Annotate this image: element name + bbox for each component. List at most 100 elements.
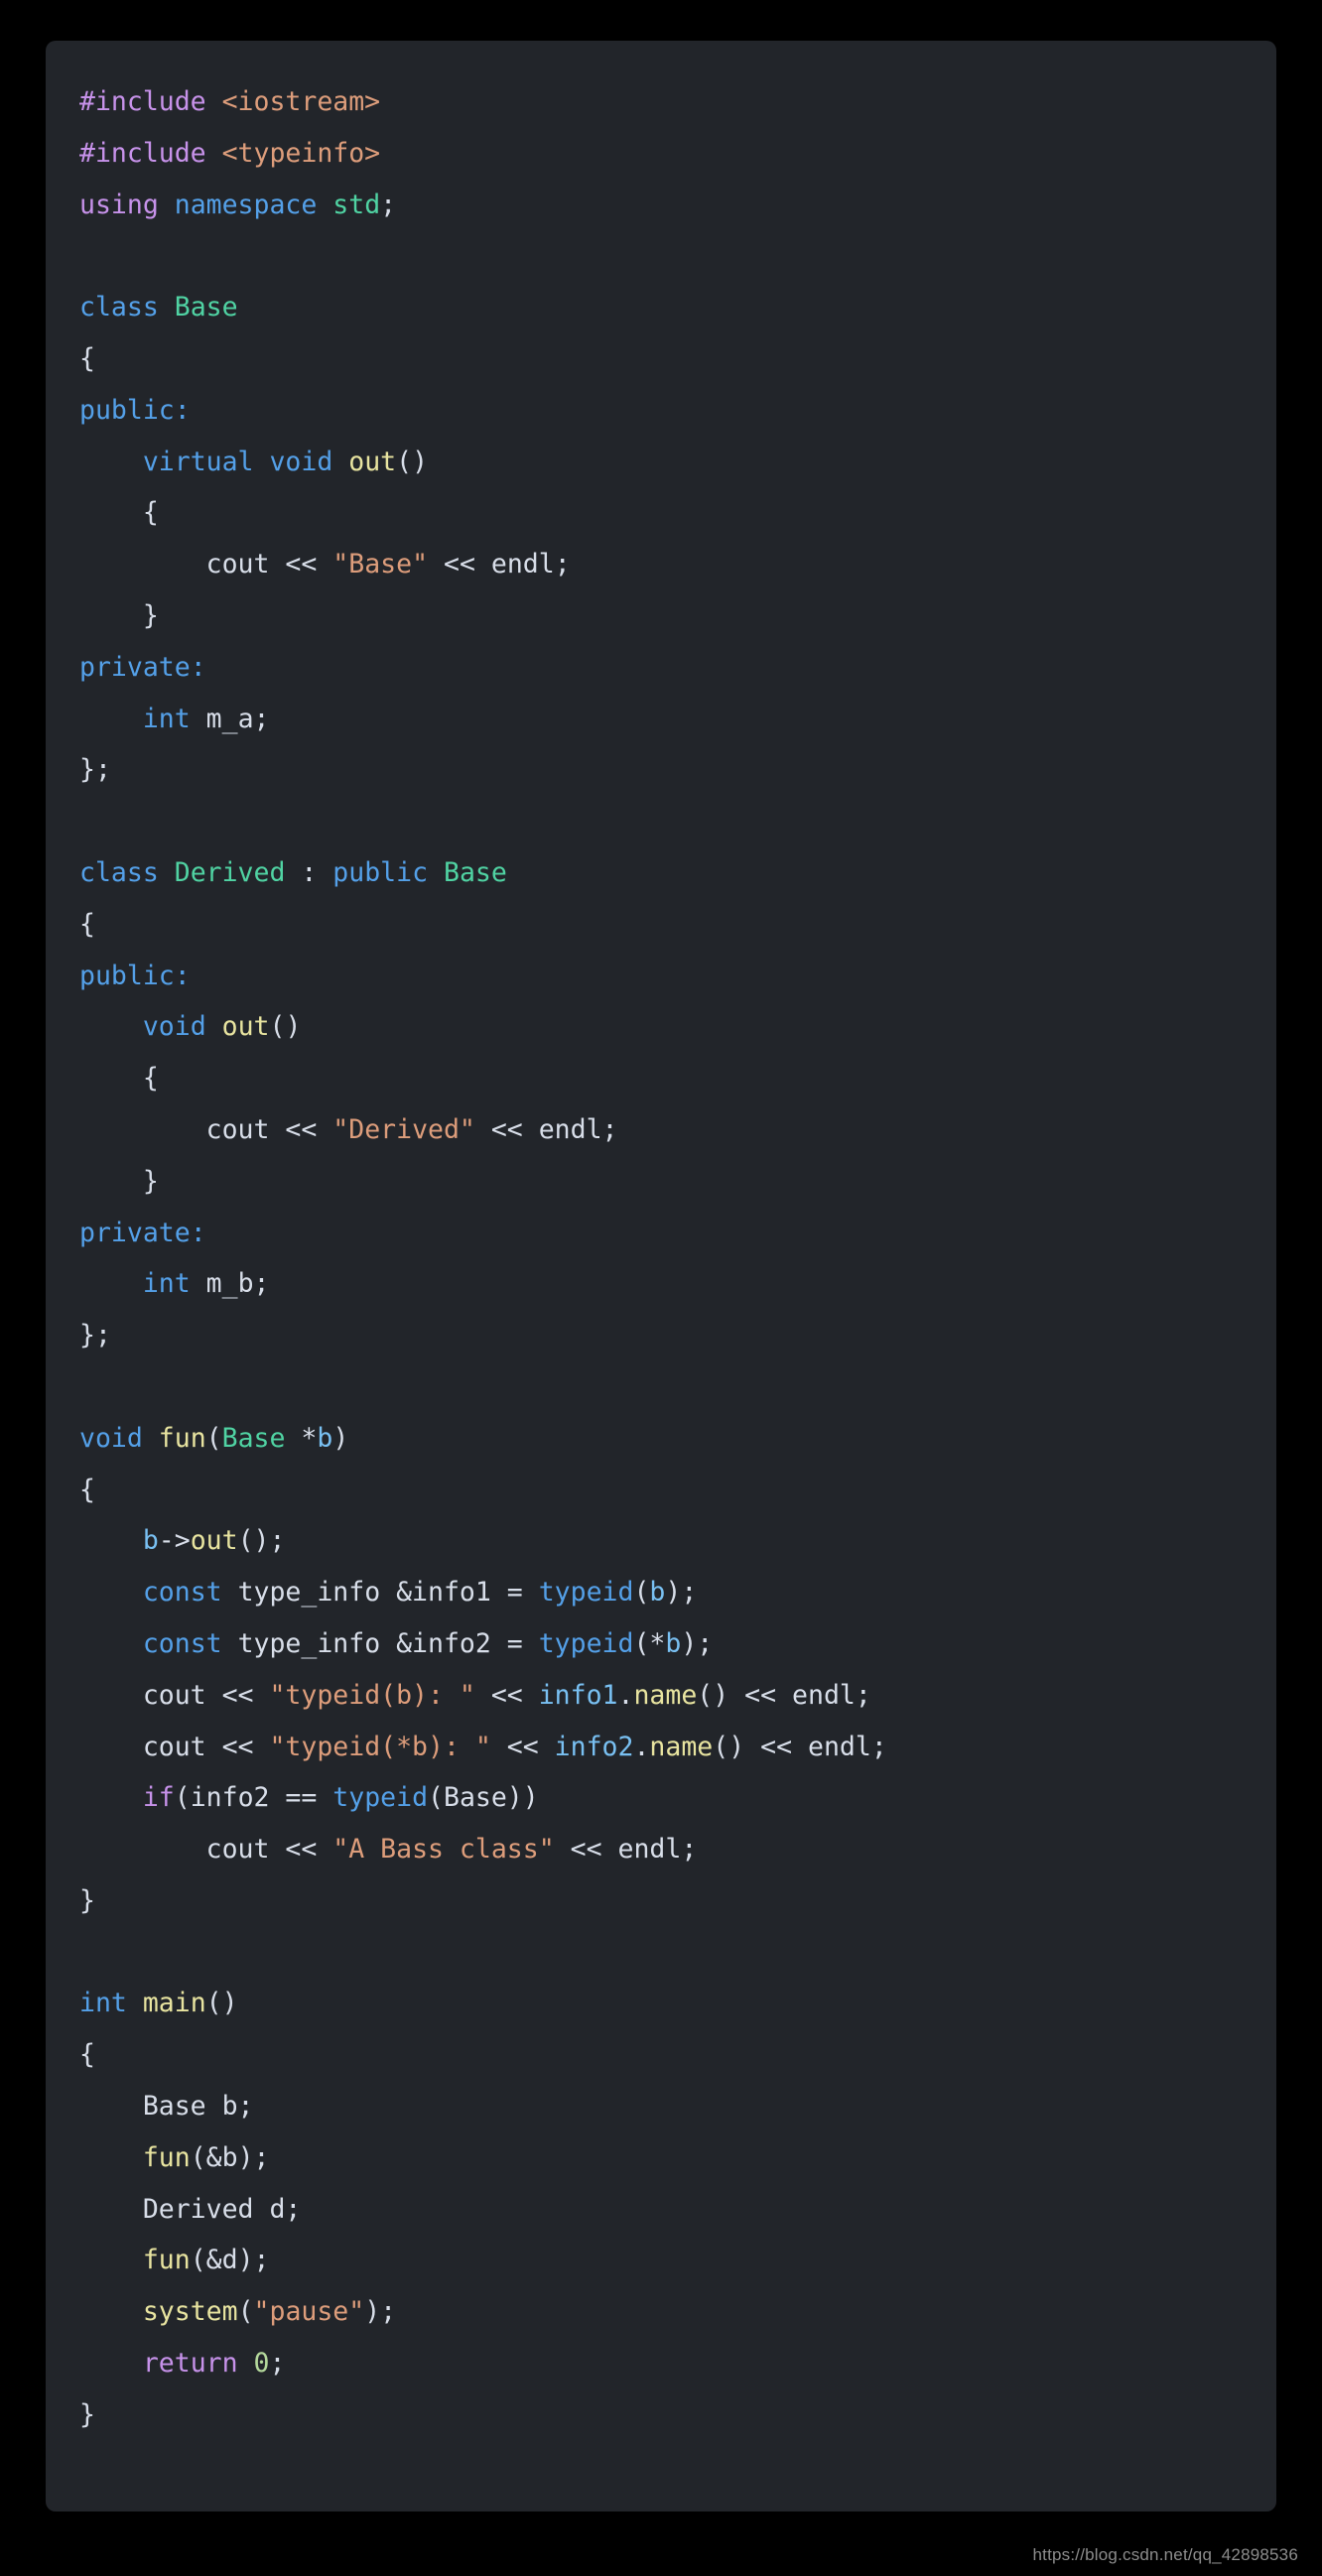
code-token: Base <box>221 1422 286 1454</box>
code-token: { <box>79 1474 95 1505</box>
code-token: return <box>142 2348 254 2380</box>
code-line: int m_b; <box>79 1258 1243 1310</box>
code-token: "pause" <box>253 2296 365 2328</box>
code-token: cout <box>79 1679 222 1711</box>
code-token: info1 <box>538 1679 618 1711</box>
code-line: { <box>79 1465 1243 1516</box>
watermark-url: https://blog.csdn.net/qq_42898536 <box>1032 2545 1298 2564</box>
code-token: { <box>79 497 159 529</box>
code-token: { <box>79 2039 95 2071</box>
code-token: { <box>79 908 95 940</box>
code-token: int <box>142 1268 206 1300</box>
code-token: << <box>285 1834 333 1866</box>
code-token: . <box>617 1679 634 1711</box>
code-token: #include <box>79 137 222 169</box>
code-token: cout <box>79 1113 286 1145</box>
code-token: << <box>474 1679 539 1711</box>
code-token: << <box>474 1113 539 1145</box>
code-token: cout <box>79 549 286 580</box>
code-token: (info2 == <box>174 1782 333 1814</box>
code-token: ; <box>269 2348 286 2380</box>
code-line: public: <box>79 951 1243 1002</box>
code-token: class <box>79 856 175 888</box>
code-line: { <box>79 2029 1243 2081</box>
code-token: fun <box>142 2141 191 2173</box>
code-token: (Base)) <box>428 1782 539 1814</box>
code-token: ) <box>332 1422 349 1454</box>
code-token: () <box>396 446 429 477</box>
code-token: ( <box>633 1577 650 1609</box>
code-line: virtual void out() <box>79 437 1243 488</box>
code-token: b <box>142 1525 159 1557</box>
code-token: }; <box>79 1320 111 1352</box>
code-token: cout <box>79 1731 222 1762</box>
code-token: public <box>79 394 175 426</box>
code-line: { <box>79 487 1243 539</box>
code-token: typeid <box>332 1782 429 1814</box>
code-token: const <box>142 1627 238 1659</box>
code-token: void <box>269 446 349 477</box>
code-line: class Derived : public Base <box>79 847 1243 899</box>
code-token: int <box>79 1988 143 2019</box>
code-token: private <box>79 1217 191 1248</box>
code-token: { <box>79 1063 159 1095</box>
code-token: typeid <box>538 1627 634 1659</box>
code-line: system("pause"); <box>79 2286 1243 2338</box>
code-line: #include <typeinfo> <box>79 128 1243 180</box>
code-line: Derived d; <box>79 2184 1243 2236</box>
code-token: endl <box>617 1834 682 1866</box>
code-line: fun(&d); <box>79 2235 1243 2286</box>
code-token: () <box>205 1988 238 2019</box>
code-token: endl <box>808 1731 871 1762</box>
code-token: << <box>428 549 491 580</box>
screenshot-root: #include <iostream> #include <typeinfo> us… <box>0 0 1322 2576</box>
code-token: } <box>79 599 159 631</box>
code-token: main <box>142 1988 206 2019</box>
code-token: { <box>79 342 95 374</box>
code-token: : <box>190 651 206 683</box>
code-line: int m_a; <box>79 694 1243 745</box>
code-token: type_info &info2 = <box>237 1627 539 1659</box>
code-token: b <box>649 1577 666 1609</box>
code-token: namespace <box>174 189 333 220</box>
code-token: () <box>713 1731 761 1762</box>
code-line: cout << "Derived" << endl; <box>79 1104 1243 1156</box>
code-token: info2 <box>554 1731 634 1762</box>
code-line: cout << "typeid(b): " << info1.name() <<… <box>79 1670 1243 1722</box>
code-token: out <box>190 1525 238 1557</box>
code-token: fun <box>158 1422 206 1454</box>
code-line: } <box>79 1875 1243 1927</box>
code-token: "typeid(b): " <box>269 1679 475 1711</box>
code-line: ​ <box>79 1927 1243 1979</box>
code-token: : <box>174 960 191 991</box>
code-token: b <box>665 1627 682 1659</box>
code-token: << <box>744 1679 793 1711</box>
code-token: << <box>760 1731 808 1762</box>
code-line: void fun(Base *b) <box>79 1413 1243 1465</box>
code-line: int main() <box>79 1978 1243 2029</box>
code-line: #include <iostream> <box>79 76 1243 128</box>
code-line: class Base <box>79 282 1243 333</box>
code-token: (&b); <box>190 2141 270 2173</box>
code-token: () <box>697 1679 745 1711</box>
code-token: () <box>269 1011 302 1043</box>
code-token: ); <box>681 1627 714 1659</box>
code-token: int <box>142 703 206 734</box>
code-token: system <box>142 2296 238 2328</box>
code-token: Base <box>174 292 238 323</box>
code-token: : <box>174 394 191 426</box>
code-token: ; <box>601 1113 618 1145</box>
code-line: { <box>79 1053 1243 1104</box>
code-line: private: <box>79 642 1243 694</box>
code-token: public <box>79 960 175 991</box>
code-token: typeid <box>538 1577 634 1609</box>
code-token: (); <box>237 1525 286 1557</box>
code-line: cout << "typeid(*b): " << info2.name() <… <box>79 1722 1243 1773</box>
code-card: #include <iostream> #include <typeinfo> us… <box>46 41 1276 2512</box>
